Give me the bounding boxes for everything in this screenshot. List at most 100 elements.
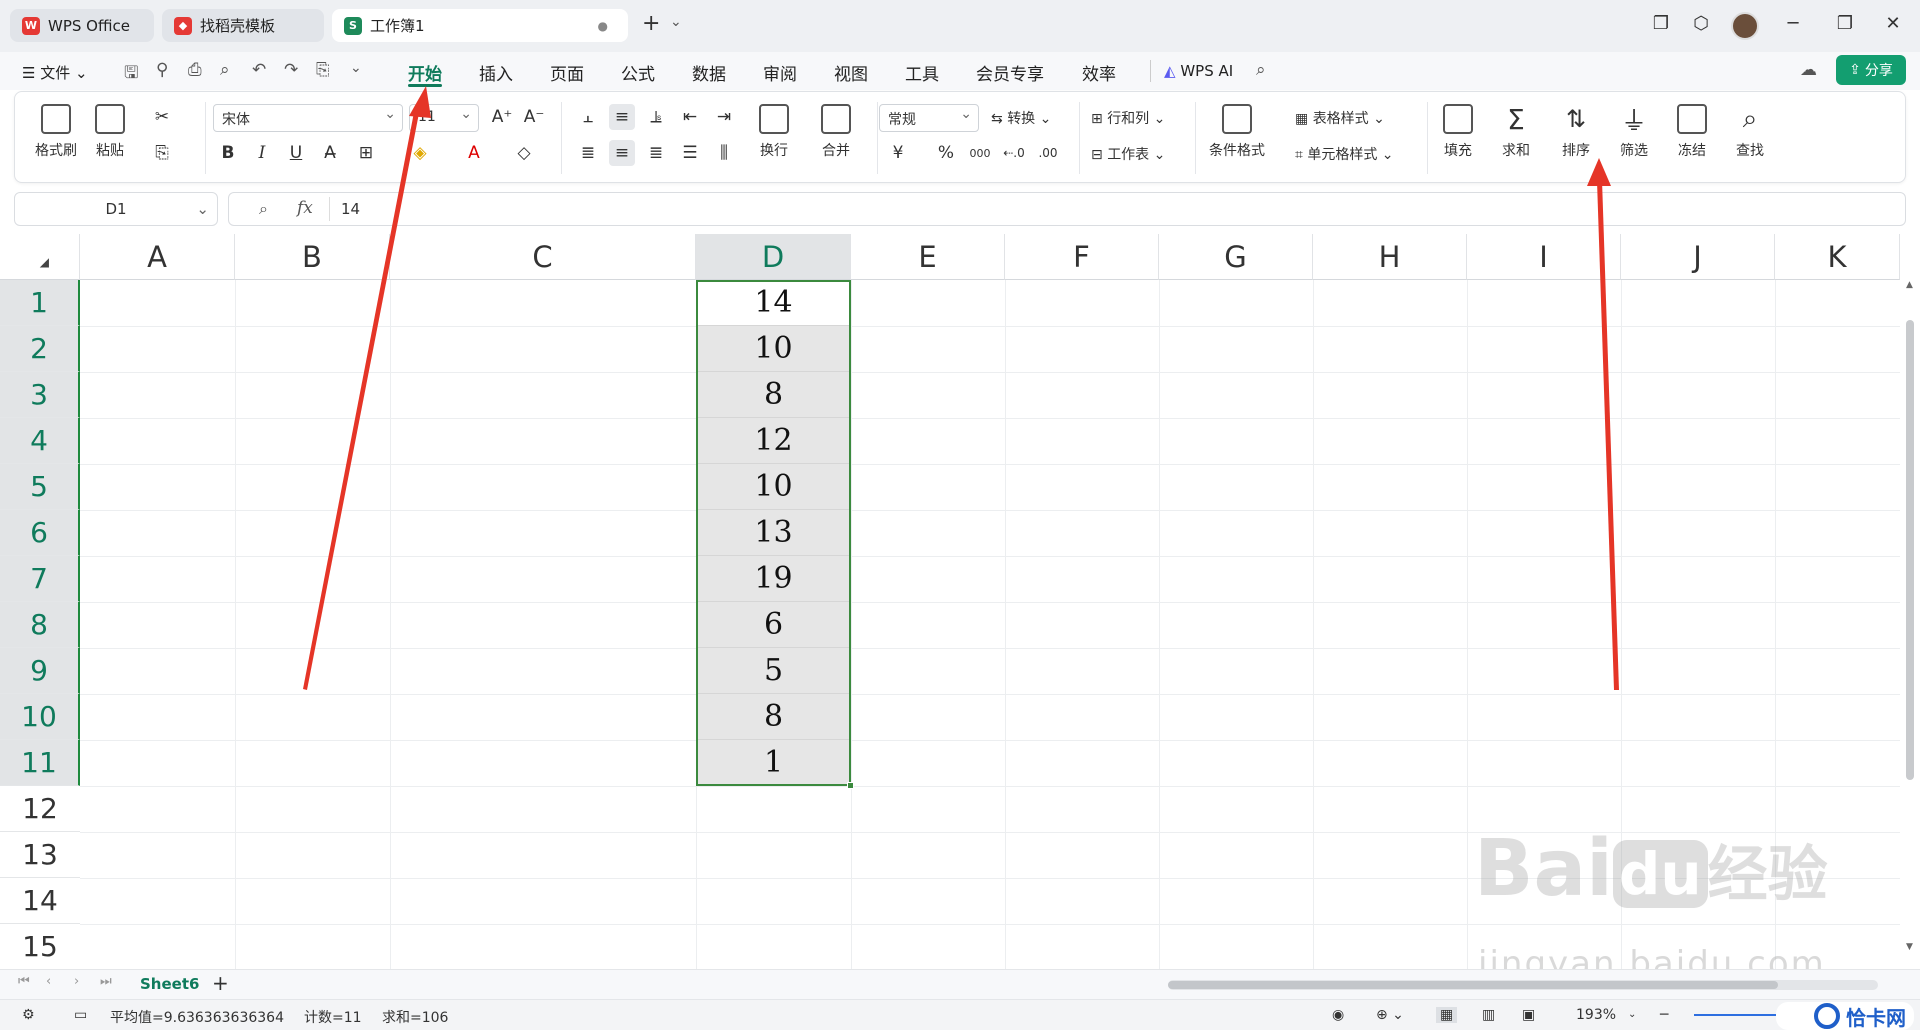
zoom-chevron-icon[interactable]: ⌄ <box>1628 1009 1636 1020</box>
row-header[interactable]: 1 <box>0 280 80 326</box>
merge-button[interactable]: 合并 <box>821 104 851 160</box>
sort-button[interactable]: ⇅ 排序 <box>1561 104 1591 160</box>
doc-mode-icon[interactable]: ▭ <box>74 1007 87 1023</box>
decrease-font-icon[interactable]: A⁻ <box>521 104 547 130</box>
justify-icon[interactable]: ☰ <box>677 140 703 166</box>
fill-color-icon[interactable]: ◈ <box>407 140 433 166</box>
rows-cols-button[interactable]: ⊞ 行和列 ⌄ <box>1091 108 1165 128</box>
restore-icon[interactable]: ❐ <box>1832 13 1858 34</box>
format-painter-button[interactable]: 格式刷 <box>35 104 77 160</box>
cube-icon[interactable]: ⬡ <box>1688 13 1714 34</box>
cell-style-button[interactable]: ⌗ 单元格样式 ⌄ <box>1295 144 1394 164</box>
vertical-scrollbar[interactable]: ▲ ▼ <box>1904 280 1916 970</box>
cell-d10[interactable]: 8 <box>696 694 851 740</box>
sum-button[interactable]: Σ 求和 <box>1501 103 1531 160</box>
cell-d3[interactable]: 8 <box>696 372 851 418</box>
table-style-button[interactable]: ▦ 表格样式 ⌄ <box>1295 108 1385 128</box>
redo-icon[interactable]: ↷ <box>284 60 298 80</box>
row-header[interactable]: 11 <box>0 740 80 786</box>
border-icon[interactable]: ⊞ <box>353 140 379 166</box>
menu-insert[interactable]: 插入 <box>479 60 513 85</box>
col-header-c[interactable]: C <box>390 234 696 280</box>
print-preview-icon[interactable]: ⌕ <box>220 60 230 80</box>
paste-button[interactable]: 粘贴 <box>95 104 125 160</box>
link-icon[interactable]: ⚲ <box>156 60 168 80</box>
avatar[interactable] <box>1731 12 1759 40</box>
convert-button[interactable]: ⇆ 转换 ⌄ <box>991 108 1051 128</box>
thousands-button[interactable]: 000 <box>967 140 993 166</box>
col-header-i[interactable]: I <box>1467 234 1621 280</box>
copy-icon[interactable]: ⎘ <box>149 140 175 166</box>
horizontal-scrollbar[interactable] <box>1168 980 1878 990</box>
cell-d11[interactable]: 1 <box>696 740 851 786</box>
menu-formula[interactable]: 公式 <box>621 60 655 85</box>
underline-button[interactable]: U <box>283 140 309 166</box>
new-tab-button[interactable]: + <box>642 11 660 36</box>
page-layout-icon[interactable]: ▥ <box>1482 1007 1495 1023</box>
col-header-h[interactable]: H <box>1313 234 1467 280</box>
filter-button[interactable]: ⏚ 筛选 <box>1619 104 1649 160</box>
align-top-icon[interactable]: ⫠ <box>575 104 601 130</box>
spreadsheet-grid[interactable]: ◢ A B C D E F G H I J K 1 2 3 4 5 6 7 8 … <box>0 234 1900 969</box>
eye-protect-icon[interactable]: ◉ <box>1332 1007 1344 1023</box>
tab-workbook1[interactable]: S 工作簿1 ● <box>332 9 628 42</box>
tab-wps-office[interactable]: W WPS Office <box>10 9 154 42</box>
row-header[interactable]: 4 <box>0 418 80 464</box>
wps-ai-button[interactable]: ◭ WPS AI <box>1164 62 1233 80</box>
add-sheet-button[interactable]: + <box>212 971 229 995</box>
col-header-a[interactable]: A <box>80 234 235 280</box>
zoom-slider[interactable] <box>1694 1014 1784 1016</box>
sheet-tab-sheet6[interactable]: Sheet6 <box>140 975 199 993</box>
first-sheet-icon[interactable]: ⏮ <box>18 974 30 989</box>
menu-tools[interactable]: 工具 <box>905 60 939 85</box>
cell-d5[interactable]: 10 <box>696 464 851 510</box>
indent-increase-icon[interactable]: ⇥ <box>711 104 737 130</box>
cell-d6[interactable]: 13 <box>696 510 851 556</box>
strikethrough-icon[interactable]: A̶ <box>317 140 343 166</box>
italic-button[interactable]: I <box>249 140 275 166</box>
fx-icon[interactable]: fx <box>297 198 313 218</box>
zoom-level[interactable]: 193% <box>1576 1007 1616 1023</box>
menu-view[interactable]: 视图 <box>834 60 868 85</box>
row-header[interactable]: 6 <box>0 510 80 556</box>
indent-decrease-icon[interactable]: ⇤ <box>677 104 703 130</box>
clear-format-icon[interactable]: ◇ <box>511 140 537 166</box>
row-header[interactable]: 9 <box>0 648 80 694</box>
window-layout-icon[interactable]: ❐ <box>1648 13 1674 34</box>
align-middle-icon[interactable]: ≡ <box>609 104 635 130</box>
cell-d7[interactable]: 19 <box>696 556 851 602</box>
cut-icon[interactable]: ✂ <box>149 104 175 130</box>
normal-view-icon[interactable]: ▦ <box>1436 1007 1458 1023</box>
scroll-up-icon[interactable]: ▲ <box>1906 280 1913 290</box>
cell-d9[interactable]: 5 <box>696 648 851 694</box>
minimize-icon[interactable]: ─ <box>1780 13 1806 34</box>
row-header[interactable]: 5 <box>0 464 80 510</box>
menu-data[interactable]: 数据 <box>692 60 726 85</box>
prev-sheet-icon[interactable]: ‹ <box>46 974 51 989</box>
page-break-icon[interactable]: ▣ <box>1522 1007 1535 1023</box>
row-header[interactable]: 2 <box>0 326 80 372</box>
row-header[interactable]: 7 <box>0 556 80 602</box>
col-header-d[interactable]: D <box>696 234 851 280</box>
row-header[interactable]: 14 <box>0 878 80 924</box>
export-icon[interactable]: ⎘ <box>316 60 330 80</box>
cell-d1[interactable]: 14 <box>696 280 851 326</box>
view-mode-icon[interactable]: ⊕ ⌄ <box>1376 1007 1404 1023</box>
tab-list-chevron-icon[interactable]: ⌄ <box>670 14 682 30</box>
scroll-down-icon[interactable]: ▼ <box>1906 942 1913 952</box>
quick-access-chevron-icon[interactable]: ⌄ <box>350 60 362 76</box>
cell-d2[interactable]: 10 <box>696 326 851 372</box>
save-icon[interactable]: 🖫 <box>124 60 138 89</box>
search-icon[interactable]: ⌕ <box>1256 60 1266 80</box>
name-box[interactable]: D1 ⌄ <box>14 192 218 226</box>
number-format-select[interactable]: 常规 <box>879 104 979 132</box>
col-header-g[interactable]: G <box>1159 234 1313 280</box>
next-sheet-icon[interactable]: › <box>74 974 79 989</box>
percent-button[interactable]: % <box>933 140 959 166</box>
freeze-button[interactable]: 冻结 <box>1677 104 1707 160</box>
menu-efficiency[interactable]: 效率 <box>1082 60 1116 85</box>
cell-d4[interactable]: 12 <box>696 418 851 464</box>
menu-page[interactable]: 页面 <box>550 60 584 85</box>
bold-button[interactable]: B <box>215 140 241 166</box>
font-name-select[interactable]: 宋体 <box>213 104 403 132</box>
